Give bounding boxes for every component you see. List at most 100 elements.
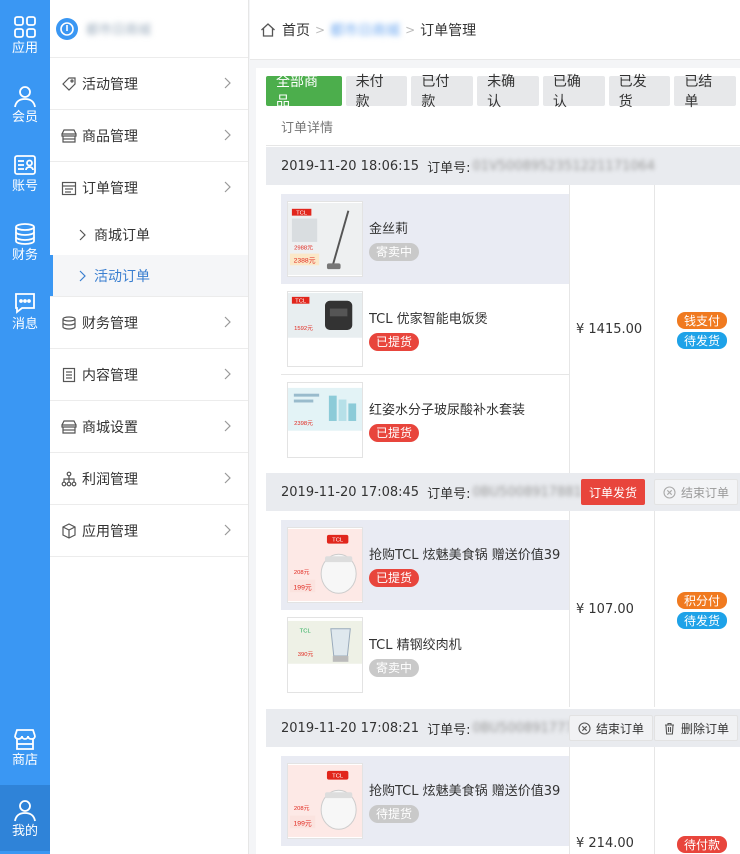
product-status-tag: 待提货 — [369, 804, 420, 823]
rail-item-finance[interactable]: 财务 — [0, 211, 50, 273]
shipping-badge: 待发货 — [677, 332, 728, 349]
list-item[interactable]: TCL 1592元 TCL 优家智能电饭煲 已提货 — [281, 284, 569, 374]
product-name: 红姿水分子玻尿酸补水套装 — [369, 402, 526, 418]
menu-label: 内容管理 — [82, 367, 138, 384]
sidebar-item-activity-orders[interactable]: 活动订单 — [50, 255, 248, 296]
product-status-tag: 已提货 — [369, 423, 420, 442]
product-thumbnail: TCL 1592元 — [287, 291, 363, 367]
delete-order-button[interactable]: 删除订单 — [654, 715, 739, 741]
order-number: 01V5008952351221171064 — [472, 158, 656, 174]
product-thumbnail: TCL 2988元 2388元 — [287, 201, 363, 277]
sidebar: 都市日商城 活动管理 商品管理 订单管理 商城订单 活动订单 财务管理 内容管理… — [50, 0, 249, 854]
close-order-button[interactable]: 结束订单 — [569, 715, 654, 741]
order-number: 0BU5008917881 — [472, 484, 582, 500]
product-status-tag: 已提货 — [369, 332, 420, 351]
product-thumbnail: TCL 390元 — [287, 617, 363, 693]
order-price: ¥ 107.00 — [576, 602, 634, 617]
tab-all[interactable]: 全部商品 — [266, 74, 342, 110]
menu-label: 商城设置 — [82, 419, 138, 436]
tab-closed[interactable]: 已结单 — [674, 74, 737, 110]
rail-item-store[interactable]: 商店 — [0, 716, 50, 778]
order-header: 2019-11-20 18:06:15 订单号: 01V500895235122… — [266, 147, 740, 185]
payment-badge: 钱支付 — [677, 312, 728, 329]
menu-item-apps[interactable]: 应用管理 — [50, 505, 248, 557]
coins-icon — [60, 314, 78, 332]
rail-item-mine[interactable]: 我的 — [0, 785, 50, 851]
rail-item-account[interactable]: 账号 — [0, 142, 50, 204]
svg-text:TCL: TCL — [296, 211, 308, 217]
list-item[interactable]: TCL 2988元 2388元 金丝莉 寄卖中 — [281, 194, 569, 284]
sidebar-item-mall-orders[interactable]: 商城订单 — [50, 214, 248, 255]
product-status-tag: 已提货 — [369, 568, 420, 587]
list-item[interactable]: TCL 208元 199元 抢购TCL 炫魅美食锅 赠送价值39 已提货 — [281, 520, 569, 610]
button-label: 结束订单 — [681, 485, 730, 500]
user-icon — [12, 83, 38, 109]
rail-label: 财务 — [11, 247, 38, 263]
product-status-tag: 寄卖中 — [369, 242, 420, 261]
order-no-label: 订单号: — [427, 722, 471, 738]
chevron-right-icon — [224, 181, 231, 193]
ship-order-button[interactable]: 订单发货 — [581, 479, 646, 505]
breadcrumb-middle[interactable]: 都市日商城 — [330, 20, 400, 40]
svg-text:1592元: 1592元 — [294, 325, 313, 332]
home-icon[interactable] — [260, 22, 276, 38]
rail-item-members[interactable]: 会员 — [0, 73, 50, 135]
rail-label: 消息 — [11, 316, 38, 332]
rail-label: 应用 — [11, 40, 38, 56]
chevron-right-icon — [224, 420, 231, 432]
list-item[interactable]: TCL 208元 199元 抢购TCL 炫魅美食锅 赠送价值39 待提货 — [281, 756, 569, 846]
orders-submenu: 商城订单 活动订单 — [50, 214, 248, 297]
menu-item-profit[interactable]: 利润管理 — [50, 453, 248, 505]
tab-paid[interactable]: 已付款 — [411, 74, 474, 110]
menu-label: 应用管理 — [82, 523, 138, 540]
tab-shipped[interactable]: 已发货 — [608, 74, 671, 110]
svg-text:390元: 390元 — [298, 651, 314, 658]
coins-icon — [12, 221, 38, 247]
order-number: 0BU5008917779 — [472, 720, 582, 736]
tab-unpaid[interactable]: 未付款 — [345, 74, 408, 110]
rail-label: 我的 — [11, 823, 38, 839]
document-icon — [60, 366, 78, 384]
logo-icon — [56, 17, 78, 40]
tab-unconfirmed[interactable]: 未确认 — [477, 74, 539, 110]
menu-label: 商品管理 — [82, 128, 138, 145]
menu-item-orders[interactable]: 订单管理 — [50, 162, 248, 214]
payment-badge: 待付款 — [677, 836, 728, 853]
close-order-button[interactable]: 结束订单 — [654, 479, 739, 505]
filter-tabs: 全部商品 未付款 已付款 未确认 已确认 已发货 已结单 — [266, 74, 740, 110]
order-time: 2019-11-20 17:08:21 — [281, 720, 420, 736]
rail-item-apps[interactable]: 应用 — [0, 4, 50, 66]
brand-name: 都市日商城 — [86, 23, 152, 38]
list-item[interactable]: 2398元 红姿水分子玻尿酸补水套装 已提货 — [281, 375, 569, 465]
column-divider — [569, 747, 570, 854]
account-card-icon — [12, 152, 38, 178]
chevron-right-icon — [224, 368, 231, 380]
close-circle-icon — [663, 485, 676, 499]
menu-item-mall-settings[interactable]: 商城设置 — [50, 401, 248, 453]
submenu-label: 商城订单 — [94, 227, 150, 244]
menu-item-activity[interactable]: 活动管理 — [50, 58, 248, 110]
rail-item-messages[interactable]: 消息 — [0, 280, 50, 342]
detail-header: 订单详情 — [266, 114, 740, 146]
svg-text:TCL: TCL — [295, 299, 307, 305]
cube-icon — [60, 522, 78, 540]
tag-icon — [60, 75, 78, 93]
menu-item-products[interactable]: 商品管理 — [50, 110, 248, 162]
breadcrumb-separator: > — [405, 22, 416, 37]
breadcrumb-home[interactable]: 首页 — [282, 20, 310, 40]
rail-label: 会员 — [11, 109, 38, 125]
tab-confirmed[interactable]: 已确认 — [542, 74, 605, 110]
product-thumbnail: TCL 208元 199元 — [287, 763, 363, 839]
list-item[interactable]: TCL 390元 TCL 精钢绞肉机 寄卖中 — [281, 610, 569, 700]
store-icon — [12, 726, 38, 752]
menu-label: 活动管理 — [82, 76, 138, 93]
chevron-right-icon — [224, 77, 231, 89]
breadcrumb: 首页 > 都市日商城 > 订单管理 — [250, 0, 740, 60]
menu-item-finance[interactable]: 财务管理 — [50, 297, 248, 349]
button-label: 结束订单 — [596, 721, 645, 736]
menu-item-content[interactable]: 内容管理 — [50, 349, 248, 401]
product-status-tag: 寄卖中 — [369, 658, 420, 677]
column-divider — [569, 185, 570, 473]
svg-text:TCL: TCL — [300, 629, 312, 635]
rail-label: 账号 — [11, 178, 38, 194]
